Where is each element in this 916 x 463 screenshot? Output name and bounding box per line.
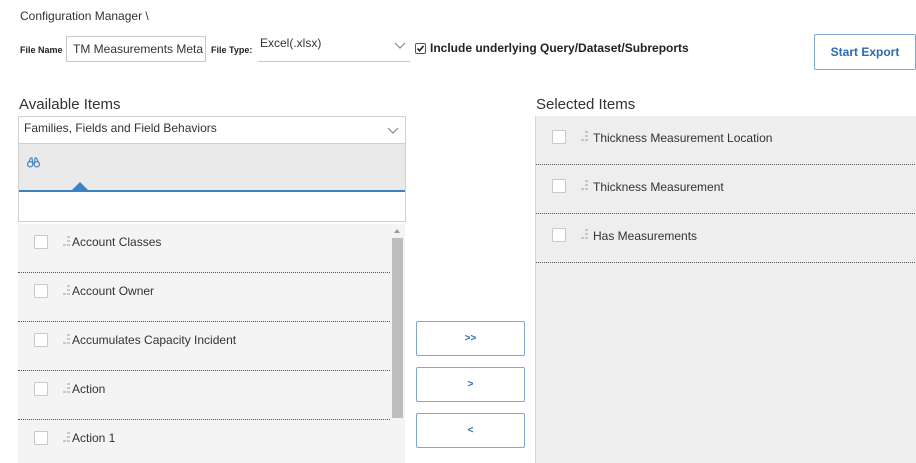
item-label: Thickness Measurement Location <box>593 131 773 145</box>
item-checkbox[interactable] <box>34 431 48 445</box>
item-checkbox[interactable] <box>34 284 48 298</box>
search-input[interactable] <box>18 192 406 222</box>
breadcrumb[interactable]: Configuration Manager \ <box>20 9 149 23</box>
available-list-scrollbar[interactable] <box>390 224 405 463</box>
available-item-row[interactable]: Account Owner <box>18 273 390 322</box>
checkmark-icon <box>416 45 425 53</box>
available-item-row[interactable]: Account Classes <box>18 224 390 273</box>
item-checkbox[interactable] <box>34 235 48 249</box>
selected-item-row[interactable]: Has Measurements <box>536 214 916 263</box>
item-label: Has Measurements <box>593 229 698 243</box>
file-name-input[interactable]: TM Measurements Meta <box>66 36 206 62</box>
family-field-icon <box>63 383 70 393</box>
item-label: Action <box>72 382 106 396</box>
item-checkbox[interactable] <box>552 130 566 144</box>
scroll-up-arrow-icon[interactable] <box>394 229 400 233</box>
file-type-select[interactable]: Excel(.xlsx) <box>258 34 410 62</box>
family-field-icon <box>581 229 588 239</box>
file-name-label: File Name <box>20 45 63 55</box>
chevron-down-icon <box>387 127 399 134</box>
binoculars-icon[interactable] <box>27 157 40 168</box>
selected-items-title: Selected Items <box>536 96 636 113</box>
scrollbar-thumb[interactable] <box>392 238 403 418</box>
file-type-label: File Type: <box>211 45 253 55</box>
item-checkbox[interactable] <box>34 333 48 347</box>
add-all-button[interactable]: >> <box>416 321 525 356</box>
item-label: Action 1 <box>72 431 116 445</box>
item-label: Account Classes <box>72 235 162 249</box>
category-select[interactable]: Families, Fields and Field Behaviors <box>18 116 406 144</box>
family-field-icon <box>63 432 70 442</box>
add-selected-button[interactable]: > <box>416 367 525 402</box>
available-item-row[interactable]: Action 1 <box>18 420 390 463</box>
search-panel <box>18 144 406 192</box>
include-underlying-checkbox[interactable] <box>415 43 426 54</box>
search-tab-indicator <box>72 182 88 190</box>
start-export-button[interactable]: Start Export <box>814 34 916 70</box>
family-field-icon <box>63 334 70 344</box>
include-underlying-label: Include underlying Query/Dataset/Subrepo… <box>430 41 689 55</box>
selected-item-row[interactable]: Thickness Measurement Location <box>536 116 916 165</box>
item-label: Accumulates Capacity Incident <box>72 333 237 347</box>
chevron-down-icon <box>394 42 406 49</box>
family-field-icon <box>63 236 70 246</box>
remove-selected-button[interactable]: < <box>416 413 525 448</box>
item-label: Thickness Measurement <box>593 180 724 194</box>
category-value: Families, Fields and Field Behaviors <box>24 121 217 135</box>
family-field-icon <box>581 131 588 141</box>
family-field-icon <box>581 180 588 190</box>
item-checkbox[interactable] <box>552 179 566 193</box>
item-checkbox[interactable] <box>34 382 48 396</box>
file-type-value: Excel(.xlsx) <box>260 36 322 50</box>
available-items-title: Available Items <box>19 96 121 113</box>
selected-items-list: Thickness Measurement Location Thickness… <box>535 116 916 463</box>
family-field-icon <box>63 285 70 295</box>
available-item-row[interactable]: Accumulates Capacity Incident <box>18 322 390 371</box>
selected-item-row[interactable]: Thickness Measurement <box>536 165 916 214</box>
item-checkbox[interactable] <box>552 228 566 242</box>
item-label: Account Owner <box>72 284 155 298</box>
available-item-row[interactable]: Action <box>18 371 390 420</box>
available-items-list: Account Classes Account Owner Accumulate… <box>18 224 390 463</box>
